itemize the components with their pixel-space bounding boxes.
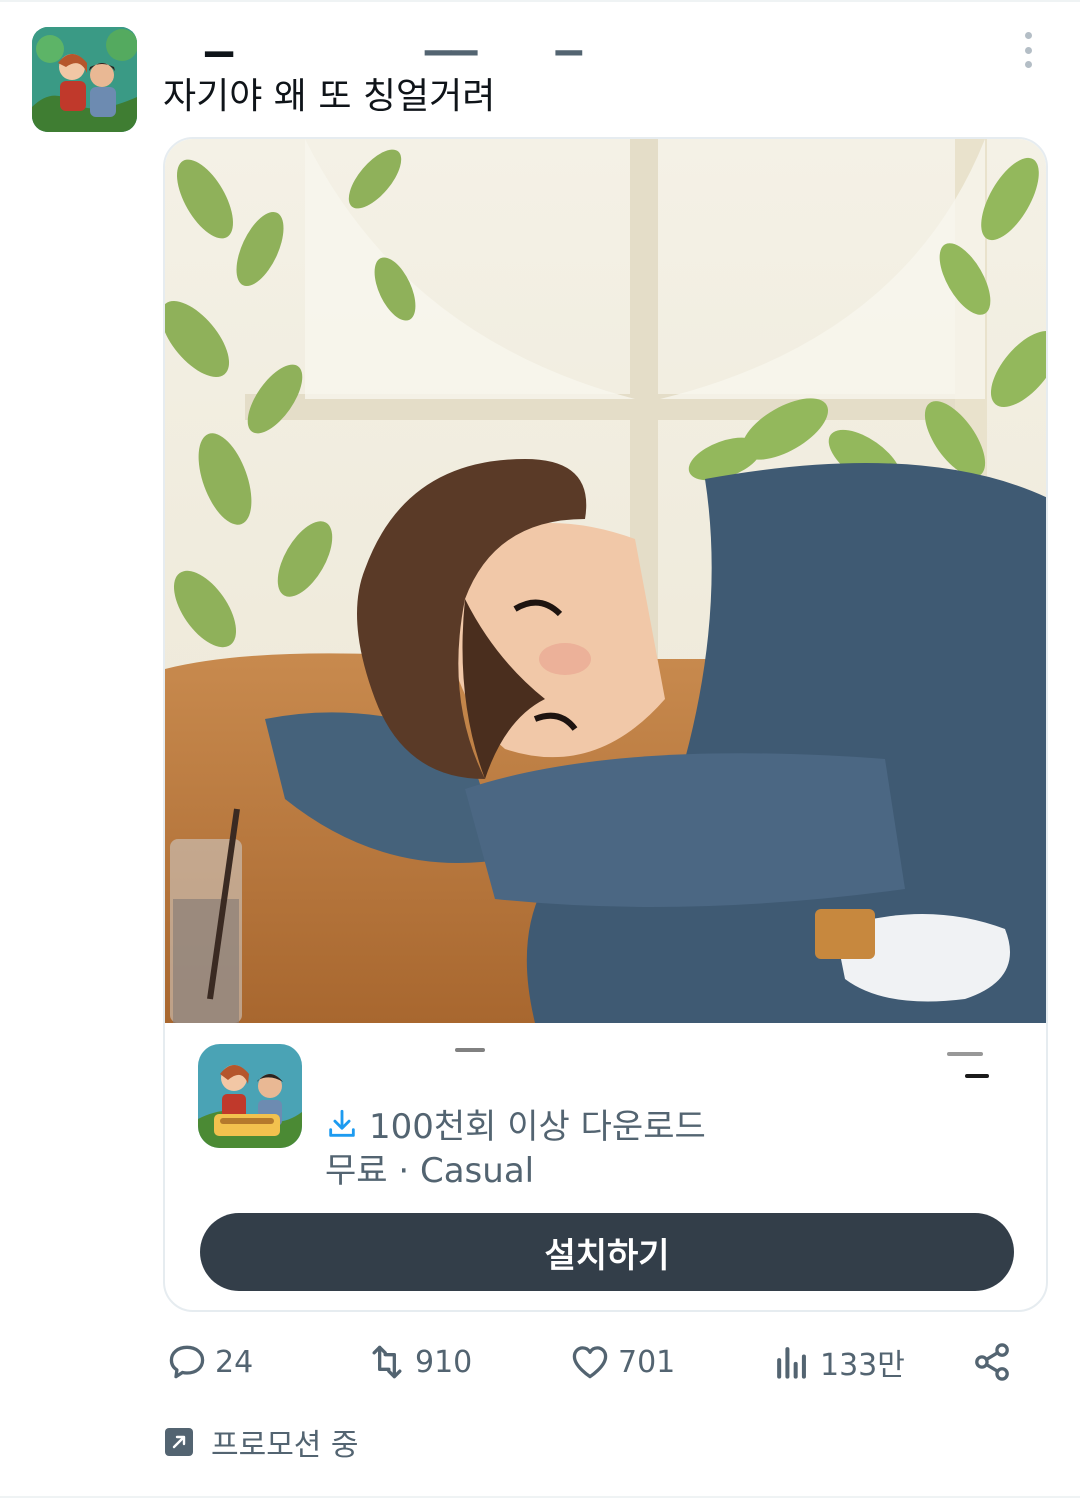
heart-icon (572, 1346, 608, 1379)
reply-count: 24 (215, 1344, 254, 1380)
author-name-row[interactable]: ▔ ▁ ▔ ▔ ▁▁▔▔▔▁▔ (165, 30, 965, 66)
app-name-cropped (325, 1044, 1025, 1080)
install-button[interactable]: 설치하기 (200, 1213, 1014, 1291)
author-handle-cropped: ▁▁▔▔▔▁▔ (425, 30, 609, 56)
reply-button[interactable]: 24 (165, 1340, 253, 1384)
ad-media-image[interactable] (165, 139, 1046, 1023)
more-vertical-icon[interactable] (1010, 30, 1046, 70)
views-count: 133만 (820, 1348, 905, 1383)
app-icon[interactable] (198, 1044, 302, 1148)
share-button[interactable] (970, 1340, 1020, 1384)
action-bar: 24 910 701 133만 (165, 1340, 1015, 1396)
download-icon (329, 1109, 355, 1137)
promoted-label[interactable]: 프로모션 중 (165, 1420, 359, 1464)
author-avatar[interactable] (32, 27, 137, 132)
downloads-text: 100천회 이상 다운로드 (369, 1107, 706, 1147)
views-button[interactable]: 133만 (770, 1340, 905, 1384)
bottom-divider (0, 1496, 1080, 1498)
promoted-text: 프로모션 중 (211, 1428, 359, 1463)
promoted-arrow-icon (165, 1428, 193, 1456)
top-divider (0, 0, 1080, 2)
ad-card[interactable]: 100천회 이상 다운로드 무료 · Casual 설치하기 (163, 137, 1048, 1312)
share-icon (975, 1343, 1009, 1381)
tweet-text: 자기야 왜 또 칭얼거려 (163, 76, 496, 117)
downloads-row: 100천회 이상 다운로드 (325, 1099, 706, 1148)
like-button[interactable]: 701 (568, 1340, 675, 1384)
retweet-count: 910 (415, 1344, 473, 1380)
author-name-cropped: ▔ ▁ ▔ ▔ (165, 30, 314, 57)
retweet-icon (372, 1345, 402, 1379)
app-meta: 무료 · Casual (325, 1151, 535, 1191)
retweet-button[interactable]: 910 (365, 1340, 472, 1384)
reply-icon (169, 1345, 205, 1379)
views-bar-chart-icon (777, 1347, 806, 1379)
like-count: 701 (618, 1344, 676, 1380)
